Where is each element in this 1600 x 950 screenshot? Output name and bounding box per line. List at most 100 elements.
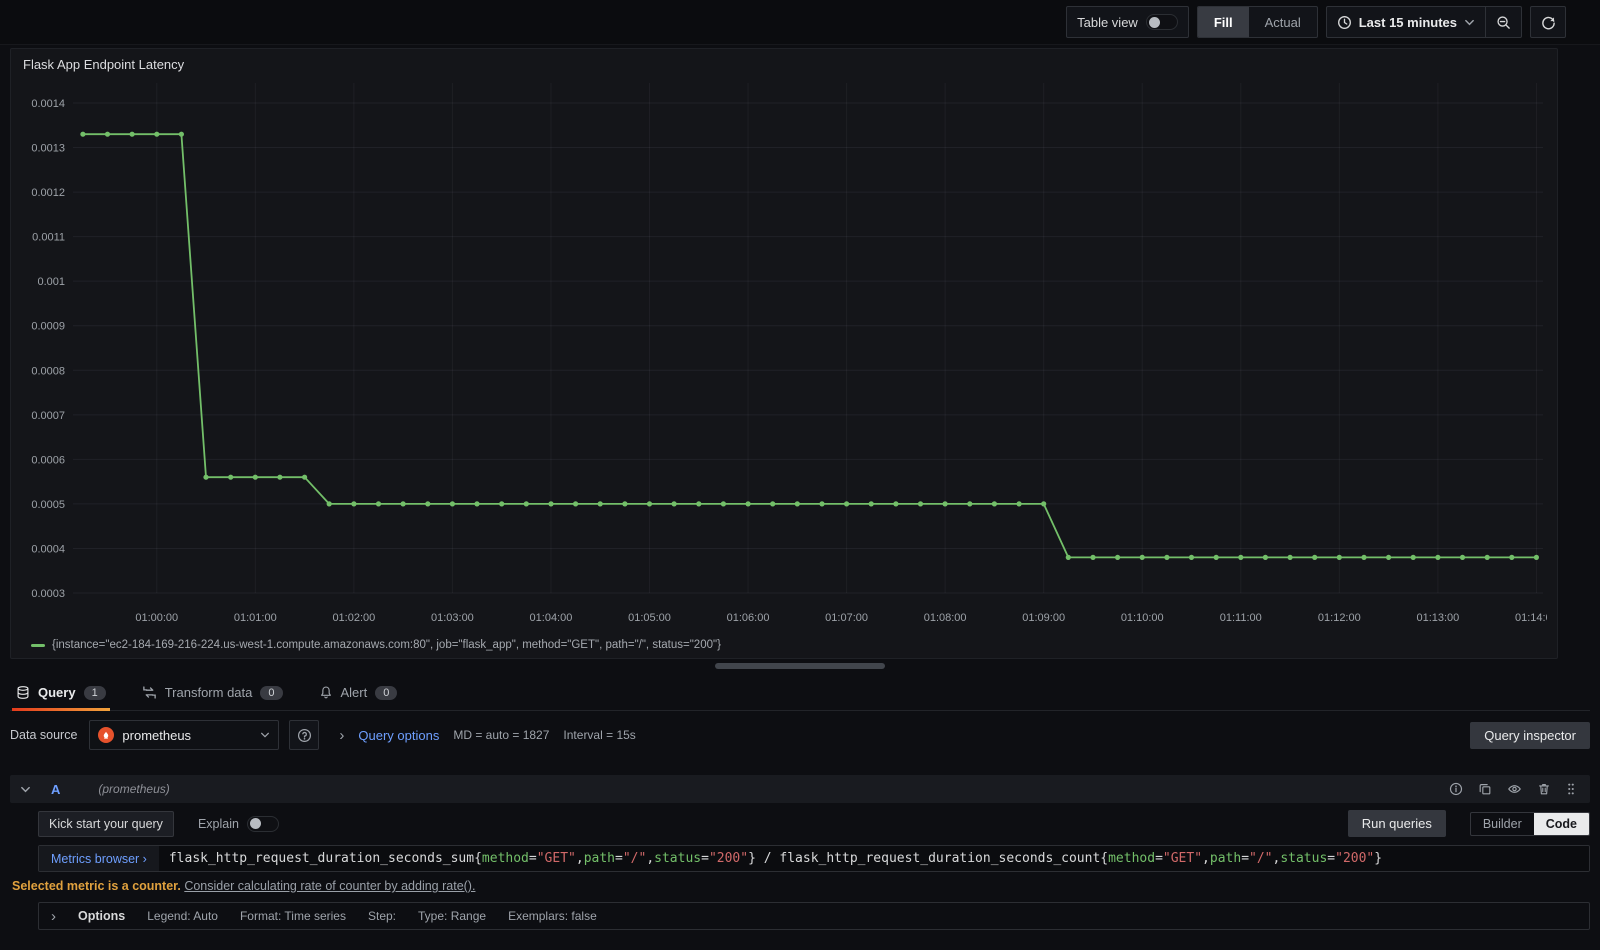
explain-control: Explain <box>197 815 279 832</box>
transform-count-badge: 0 <box>260 685 283 700</box>
series-color-marker <box>31 643 45 647</box>
panel-edit-toolbar: Table view Fill Actual Last 15 minutes <box>0 0 1600 45</box>
transform-icon <box>142 685 157 700</box>
run-queries-button[interactable]: Run queries <box>1347 810 1446 837</box>
chevron-right-icon: › <box>339 726 345 744</box>
tab-query[interactable]: Query 1 <box>12 677 110 711</box>
options-exemplars: Exemplars: false <box>508 909 597 923</box>
svg-text:0.0006: 0.0006 <box>31 454 65 466</box>
svg-text:01:05:00: 01:05:00 <box>628 612 671 624</box>
svg-text:01:10:00: 01:10:00 <box>1121 612 1164 624</box>
collapse-chevron-icon[interactable] <box>20 784 31 795</box>
bell-icon <box>319 685 333 700</box>
counter-warning: Selected metric is a counter. Consider c… <box>12 879 1590 893</box>
svg-text:0.0003: 0.0003 <box>31 588 65 600</box>
svg-text:0.001: 0.001 <box>37 276 65 288</box>
query-options-label[interactable]: Query options <box>358 728 439 743</box>
refresh-icon <box>1541 15 1556 30</box>
datasource-label: Data source <box>10 728 78 742</box>
svg-text:01:06:00: 01:06:00 <box>727 612 770 624</box>
options-step: Step: <box>367 909 397 923</box>
options-legend: Legend: Auto <box>147 909 218 923</box>
chevron-down-icon <box>1464 17 1475 28</box>
promql-query-input[interactable]: flask_http_request_duration_seconds_sum{… <box>158 846 1589 871</box>
toggle-visibility-icon[interactable] <box>1507 782 1522 796</box>
svg-text:01:14:00: 01:14:00 <box>1515 612 1547 624</box>
drag-handle-icon[interactable] <box>1566 782 1576 796</box>
tab-alert-label: Alert <box>340 685 368 700</box>
svg-text:01:08:00: 01:08:00 <box>924 612 967 624</box>
svg-text:0.0009: 0.0009 <box>31 321 65 333</box>
table-view-toggle[interactable] <box>1145 14 1178 30</box>
delete-query-icon[interactable] <box>1537 782 1551 796</box>
explain-label: Explain <box>197 816 239 831</box>
svg-text:01:11:00: 01:11:00 <box>1220 612 1262 624</box>
series-legend-label[interactable]: {instance="ec2-184-169-216-224.us-west-1… <box>52 639 721 651</box>
latency-timeseries-chart[interactable]: 0.0014 0.0013 0.0012 0.0011 0.001 0.0009 0.000… <box>23 77 1558 633</box>
table-view-label: Table view <box>1077 14 1138 30</box>
datasource-value: prometheus <box>122 727 192 743</box>
explain-toggle[interactable] <box>246 815 279 832</box>
chevron-down-icon <box>261 732 270 738</box>
code-button[interactable]: Code <box>1533 812 1589 835</box>
svg-text:01:03:00: 01:03:00 <box>431 612 474 624</box>
svg-text:01:07:00: 01:07:00 <box>825 612 868 624</box>
svg-text:01:09:00: 01:09:00 <box>1022 612 1065 624</box>
alert-count-badge: 0 <box>375 685 398 700</box>
max-datapoints-text: MD = auto = 1827 <box>453 728 550 742</box>
magnifier-minus-icon <box>1496 15 1511 30</box>
kick-start-query-button[interactable]: Kick start your query <box>38 810 174 837</box>
svg-text:0.0004: 0.0004 <box>31 543 65 555</box>
chart-legend: {instance="ec2-184-169-216-224.us-west-1… <box>23 636 1545 654</box>
query-toolbar-row: Kick start your query Explain Run querie… <box>38 810 1590 837</box>
svg-text:0.0014: 0.0014 <box>31 98 65 110</box>
metrics-browser-button[interactable]: Metrics browser › <box>39 846 159 871</box>
datasource-select[interactable]: prometheus <box>89 720 280 750</box>
options-type: Type: Range <box>418 909 487 923</box>
svg-text:0.0012: 0.0012 <box>31 187 65 199</box>
builder-button[interactable]: Builder <box>1471 813 1534 835</box>
query-row-actions <box>1449 782 1580 796</box>
svg-text:01:12:00: 01:12:00 <box>1318 612 1361 624</box>
query-options-section[interactable]: › Query options MD = auto = 1827 Interva… <box>339 728 635 743</box>
warning-rate-link[interactable]: Consider calculating rate of counter by … <box>184 879 475 893</box>
query-datasource-hint: (prometheus) <box>98 782 170 796</box>
svg-text:01:01:00: 01:01:00 <box>234 612 277 624</box>
panel-title: Flask App Endpoint Latency <box>23 57 185 72</box>
datasource-help-button[interactable] <box>289 720 320 750</box>
fill-button[interactable]: Fill <box>1197 7 1249 37</box>
options-format: Format: Time series <box>239 909 346 923</box>
query-count-badge: 1 <box>83 685 106 700</box>
query-inspector-button[interactable]: Query inspector <box>1470 721 1590 749</box>
svg-text:0.0013: 0.0013 <box>31 143 65 155</box>
svg-text:0.0011: 0.0011 <box>32 232 65 244</box>
svg-text:0.0008: 0.0008 <box>31 365 65 377</box>
database-icon <box>16 685 30 700</box>
editor-tabstrip: Query 1 Transform data 0 Alert 0 <box>10 677 1590 711</box>
query-options-collapsed-row[interactable]: › Options Legend: Auto Format: Time seri… <box>38 902 1590 930</box>
time-range-picker[interactable]: Last 15 minutes <box>1327 7 1485 37</box>
query-row-header[interactable]: A (prometheus) <box>10 775 1590 803</box>
tab-alert[interactable]: Alert 0 <box>315 677 402 710</box>
duplicate-query-icon[interactable] <box>1478 782 1492 796</box>
query-ref-id: A <box>51 781 61 797</box>
zoom-out-time-button[interactable] <box>1485 7 1521 37</box>
svg-text:0.0005: 0.0005 <box>31 499 65 511</box>
datasource-row: Data source prometheus › Query options M… <box>10 720 1590 750</box>
svg-text:01:04:00: 01:04:00 <box>530 612 573 624</box>
interval-text: Interval = 15s <box>563 728 636 742</box>
refresh-button[interactable] <box>1530 6 1566 38</box>
svg-text:01:13:00: 01:13:00 <box>1416 612 1459 624</box>
time-range-label: Last 15 minutes <box>1358 14 1457 30</box>
tab-transform-label: Transform data <box>164 685 253 700</box>
actual-button[interactable]: Actual <box>1249 7 1317 37</box>
horizontal-scrollbar-thumb[interactable] <box>715 663 885 669</box>
fill-actual-segment: Fill Actual <box>1196 6 1318 38</box>
time-picker-group: Last 15 minutes <box>1325 6 1522 38</box>
svg-text:01:00:00: 01:00:00 <box>135 612 178 624</box>
chevron-right-icon: › <box>51 907 56 925</box>
warning-text: Selected metric is a counter. <box>12 879 181 893</box>
tab-transform-data[interactable]: Transform data 0 <box>138 677 287 710</box>
query-help-icon[interactable] <box>1449 782 1463 796</box>
options-label: Options <box>78 909 126 923</box>
